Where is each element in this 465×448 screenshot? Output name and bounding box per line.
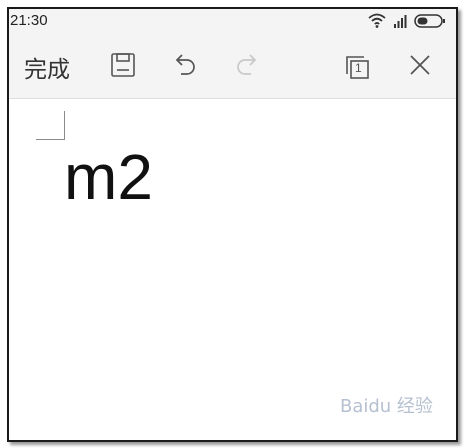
wifi-icon: [368, 13, 386, 33]
redo-button[interactable]: [229, 35, 265, 98]
close-button[interactable]: [402, 35, 438, 98]
status-bar: 21:30: [9, 9, 456, 35]
undo-button[interactable]: [167, 35, 203, 98]
page-count-button[interactable]: 1: [339, 35, 375, 98]
document-page[interactable]: m2: [9, 99, 456, 440]
status-time: 21:30: [10, 12, 48, 29]
page-count-number: 1: [355, 60, 362, 75]
battery-icon: [414, 13, 446, 33]
watermark-logo: Baidu 经验: [340, 396, 433, 417]
margin-corner-mark: [36, 111, 65, 140]
document-text[interactable]: m2: [64, 139, 153, 216]
done-button[interactable]: 完成: [21, 35, 73, 98]
undo-icon: [172, 52, 198, 82]
redo-icon: [234, 52, 260, 82]
save-icon: [110, 52, 136, 82]
signal-icon: [393, 13, 409, 33]
save-button[interactable]: [105, 35, 141, 98]
edit-toolbar: 完成 1: [9, 35, 456, 99]
close-icon: [408, 53, 432, 81]
device-frame: 21:30 完成 1 m2: [7, 7, 458, 442]
done-label: 完成: [24, 56, 70, 83]
status-icons: [368, 13, 448, 31]
page-count-icon: 1: [344, 54, 370, 80]
